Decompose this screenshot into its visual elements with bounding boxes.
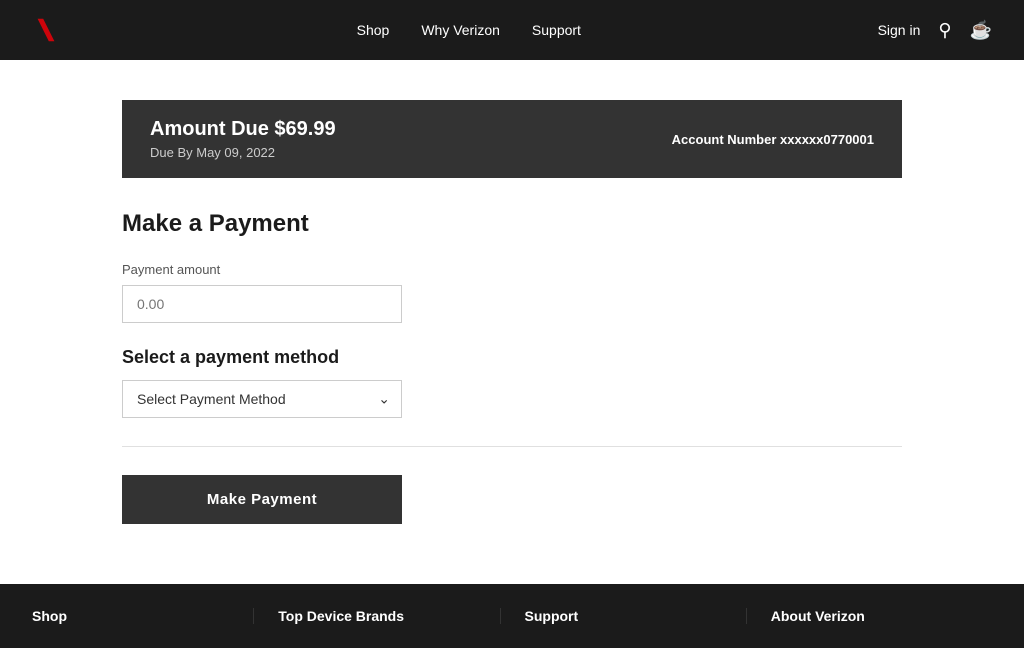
navbar: Shop Why Verizon Support Sign in ⚲ ☕	[0, 0, 1024, 60]
due-date: Due By May 09, 2022	[150, 145, 336, 160]
footer-shop-title: Shop	[32, 608, 229, 624]
payment-method-group: Select a payment method Select Payment M…	[122, 347, 902, 418]
amount-due-banner: Amount Due $69.99 Due By May 09, 2022 Ac…	[122, 100, 902, 178]
section-divider	[122, 446, 902, 447]
navbar-actions: Sign in ⚲ ☕	[878, 20, 992, 41]
page-title: Make a Payment	[122, 210, 902, 238]
verizon-logo[interactable]	[32, 16, 60, 44]
footer-col-top-device-brands: Top Device Brands	[254, 608, 500, 624]
nav-why-verizon[interactable]: Why Verizon	[421, 22, 500, 38]
make-payment-button[interactable]: Make Payment	[122, 475, 402, 524]
payment-amount-group: Payment amount	[122, 262, 902, 323]
footer: Shop Top Device Brands Support About Ver…	[0, 584, 1024, 648]
amount-left: Amount Due $69.99 Due By May 09, 2022	[150, 118, 336, 160]
account-number-prefix: Account Number	[672, 132, 780, 147]
footer-support-title: Support	[525, 608, 722, 624]
nav-shop[interactable]: Shop	[357, 22, 390, 38]
account-number: Account Number xxxxxx0770001	[672, 132, 874, 147]
footer-about-verizon-title: About Verizon	[771, 608, 968, 624]
main-content: Amount Due $69.99 Due By May 09, 2022 Ac…	[102, 60, 922, 584]
payment-amount-label: Payment amount	[122, 262, 902, 277]
footer-col-support: Support	[501, 608, 747, 624]
nav-support[interactable]: Support	[532, 22, 581, 38]
payment-amount-input[interactable]	[122, 285, 402, 323]
payment-method-select-wrapper: Select Payment Method Credit Card Debit …	[122, 380, 402, 418]
nav-links: Shop Why Verizon Support	[357, 22, 581, 38]
payment-method-select[interactable]: Select Payment Method Credit Card Debit …	[122, 380, 402, 418]
account-number-value: xxxxxx0770001	[780, 132, 874, 147]
sign-in-link[interactable]: Sign in	[878, 22, 921, 38]
search-icon[interactable]: ⚲	[938, 20, 951, 41]
amount-due-title: Amount Due $69.99	[150, 118, 336, 141]
cart-icon[interactable]: ☕	[970, 20, 992, 41]
footer-top-device-brands-title: Top Device Brands	[278, 608, 475, 624]
payment-method-section-label: Select a payment method	[122, 347, 902, 368]
footer-col-shop: Shop	[32, 608, 254, 624]
footer-col-about-verizon: About Verizon	[747, 608, 992, 624]
